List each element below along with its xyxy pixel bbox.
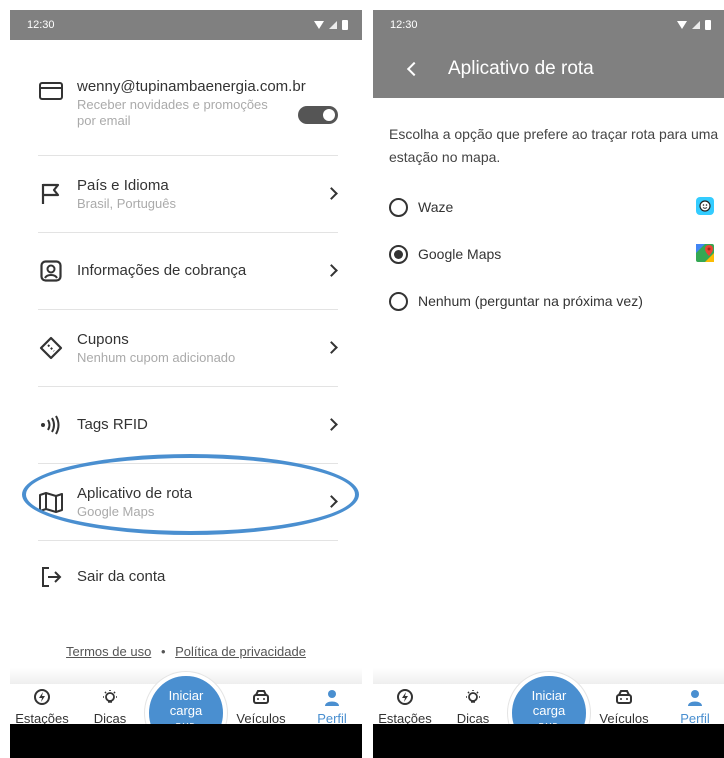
- nav-stations[interactable]: Estações: [10, 689, 74, 726]
- row-title: Aplicativo de rota: [77, 484, 193, 502]
- map-icon: [38, 489, 64, 515]
- car-icon: [615, 689, 633, 707]
- route-option-google-maps[interactable]: Google Maps: [389, 242, 719, 266]
- terms-link[interactable]: Termos de uso: [66, 644, 151, 659]
- route-app-screen: 12:30 Aplicativo de rota Escolha a opção…: [373, 10, 724, 758]
- toggle-knob: [323, 109, 335, 121]
- status-bar: 12:30: [10, 10, 362, 40]
- waze-logo-icon: [696, 197, 714, 215]
- cell-signal-icon: [329, 21, 337, 29]
- row-title: País e Idioma: [77, 176, 169, 194]
- row-subtitle: Google Maps: [77, 503, 155, 519]
- settings-row-coupons[interactable]: Cupons Nenhum cupom adicionado: [38, 310, 338, 387]
- nav-tips[interactable]: Dicas: [78, 689, 142, 726]
- ticket-icon: [38, 335, 64, 361]
- chevron-right-icon: [325, 495, 338, 508]
- envelope-icon: [38, 78, 64, 104]
- route-option-waze[interactable]: Waze: [389, 195, 719, 219]
- radio-button[interactable]: [389, 291, 408, 311]
- person-icon: [686, 689, 704, 707]
- person-icon: [323, 689, 341, 707]
- app-bar: Aplicativo de rota: [373, 40, 724, 98]
- car-icon: [252, 689, 270, 707]
- settings-row-language[interactable]: País e Idioma Brasil, Português: [38, 156, 338, 233]
- row-title: Cupons: [77, 330, 129, 348]
- flag-icon: [38, 181, 64, 207]
- wifi-icon: [677, 21, 687, 29]
- newsletter-label: Receber novidades e promoções por email: [77, 97, 268, 128]
- nav-profile[interactable]: Perfil: [300, 689, 362, 726]
- logout-icon: [38, 564, 64, 590]
- email-row: wenny@tupinambaenergia.com.br Receber no…: [38, 56, 338, 156]
- chevron-right-icon: [325, 341, 338, 354]
- profile-screen: 12:30 wenny@tupinambaenergia.com.br Rece…: [10, 10, 362, 758]
- row-title: Tags RFID: [77, 416, 148, 433]
- row-title: Informações de cobrança: [77, 262, 247, 279]
- bolt-pin-icon: [396, 689, 414, 707]
- status-time: 12:30: [27, 19, 55, 31]
- chevron-right-icon: [325, 187, 338, 200]
- nav-profile[interactable]: Perfil: [663, 689, 724, 726]
- wifi-icon: [314, 21, 324, 29]
- row-subtitle: Nenhum cupom adicionado: [77, 349, 236, 365]
- system-nav-bar: [373, 724, 724, 758]
- nav-vehicles[interactable]: Veículos: [229, 689, 293, 726]
- user-card-icon: [38, 258, 64, 284]
- status-time: 12:30: [390, 19, 418, 31]
- radio-button-checked[interactable]: [389, 244, 408, 264]
- google-maps-logo-icon: [696, 244, 714, 262]
- email-address: wenny@tupinambaenergia.com.br: [77, 78, 306, 95]
- logout-label: Sair da conta: [77, 568, 166, 585]
- bolt-pin-icon: [33, 689, 51, 707]
- route-option-none[interactable]: Nenhum (perguntar na próxima vez): [389, 289, 719, 313]
- battery-icon: [705, 20, 711, 30]
- settings-row-rfid[interactable]: Tags RFID: [38, 387, 338, 464]
- rfid-icon: [38, 412, 64, 438]
- newsletter-toggle[interactable]: [298, 106, 338, 124]
- logout-button[interactable]: Sair da conta: [38, 557, 338, 597]
- back-button[interactable]: [406, 61, 422, 77]
- settings-row-route-app[interactable]: Aplicativo de rota Google Maps: [38, 464, 338, 541]
- legal-links: Termos de uso • Política de privacidade: [66, 644, 306, 659]
- chevron-right-icon: [325, 264, 338, 277]
- page-title: Aplicativo de rota: [448, 58, 594, 79]
- privacy-link[interactable]: Política de privacidade: [175, 644, 306, 659]
- nav-tips[interactable]: Dicas: [441, 689, 505, 726]
- system-nav-bar: [10, 724, 362, 758]
- lightbulb-icon: [101, 689, 119, 707]
- chevron-right-icon: [325, 418, 338, 431]
- status-bar: 12:30: [373, 10, 724, 40]
- settings-row-billing[interactable]: Informações de cobrança: [38, 233, 338, 310]
- radio-button[interactable]: [389, 197, 408, 217]
- battery-icon: [342, 20, 348, 30]
- nav-stations[interactable]: Estações: [373, 689, 437, 726]
- row-subtitle: Brasil, Português: [77, 195, 176, 211]
- description-text: Escolha a opção que prefere ao traçar ro…: [389, 126, 719, 165]
- lightbulb-icon: [464, 689, 482, 707]
- nav-vehicles[interactable]: Veículos: [592, 689, 656, 726]
- cell-signal-icon: [692, 21, 700, 29]
